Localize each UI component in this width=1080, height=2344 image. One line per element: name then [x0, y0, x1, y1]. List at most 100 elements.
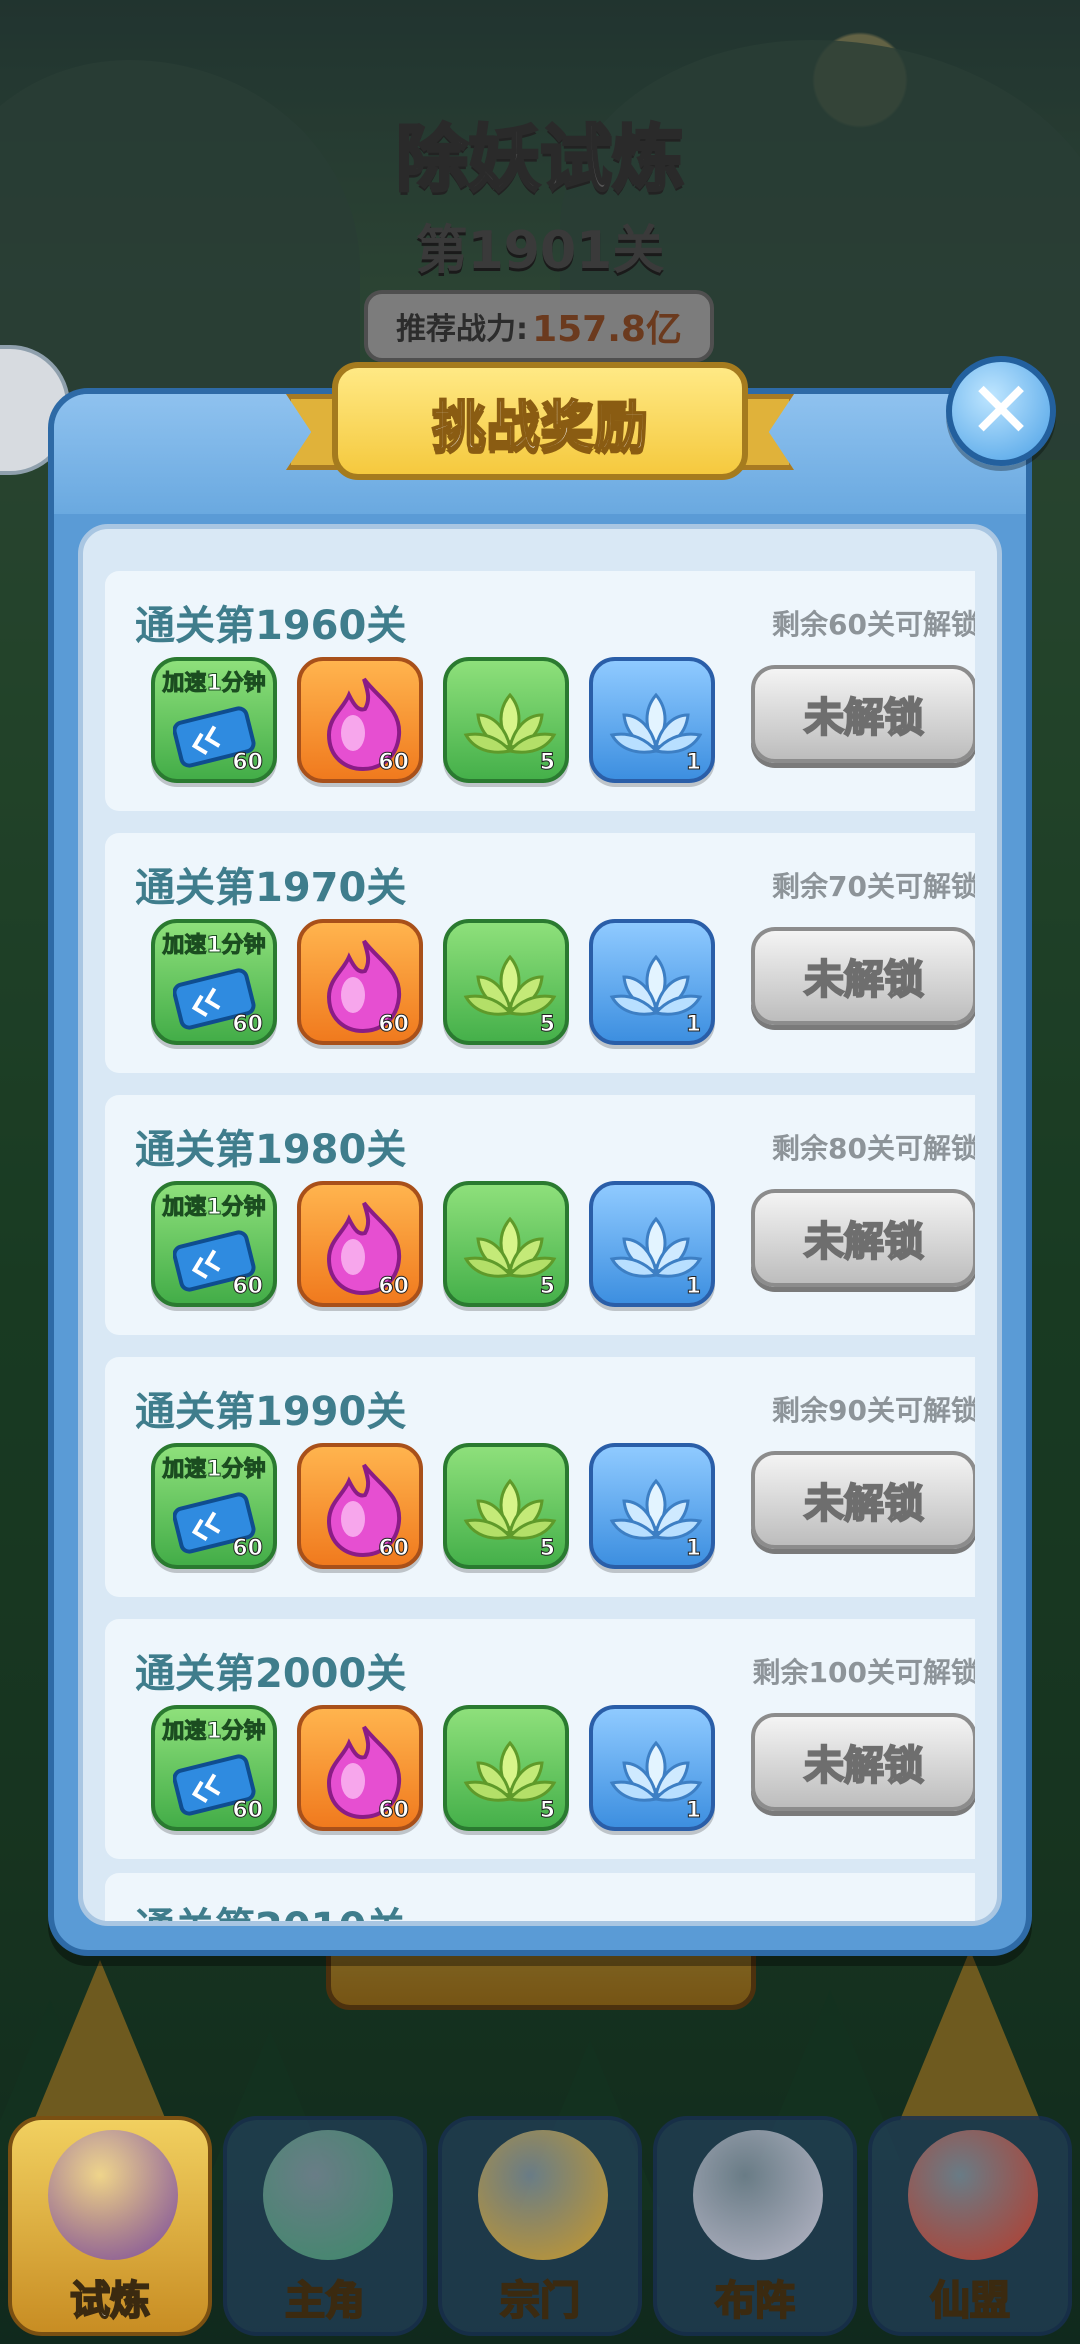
reward-item[interactable]: 1	[589, 919, 715, 1045]
nav-label: 仙盟	[929, 2277, 1011, 2325]
reward-stage-title: 通关第1980关	[135, 1127, 407, 1173]
reward-item[interactable]: 60	[297, 657, 423, 783]
nav-label: 布阵	[714, 2277, 796, 2325]
nav-item-sect[interactable]: 宗门	[438, 2116, 642, 2336]
item-count: 60	[232, 1274, 264, 1300]
item-count: 5	[539, 750, 555, 776]
reward-items: 加速1分钟 60 60 5 1	[151, 1181, 715, 1307]
reward-item[interactable]: 1	[589, 1181, 715, 1307]
reward-stage-title: 通关第1970关	[135, 865, 407, 911]
modal-title-ribbon: 挑战奖励	[286, 362, 794, 487]
reward-item[interactable]: 加速1分钟 60	[151, 657, 277, 783]
reward-card: 通关第1970关 剩余70关可解锁加速1分钟 60 60 5 1 未解锁	[105, 833, 975, 1073]
reward-item[interactable]: 加速1分钟 60	[151, 1443, 277, 1569]
locked-claim-button[interactable]: 未解锁	[751, 665, 975, 763]
item-count: 1	[685, 1536, 701, 1562]
reward-remaining-text: 剩余90关可解锁	[772, 1394, 975, 1427]
reward-card: 通关第2000关 剩余100关可解锁加速1分钟 60 60 5 1 未解锁	[105, 1619, 975, 1859]
item-count: 60	[378, 750, 410, 776]
reward-item[interactable]: 60	[297, 1705, 423, 1831]
reward-item[interactable]: 60	[297, 1443, 423, 1569]
formation-icon	[693, 2130, 823, 2260]
reward-stage-title: 通关第1990关	[135, 1389, 407, 1435]
locked-claim-button[interactable]: 未解锁	[751, 927, 975, 1025]
reward-card: 通关第1990关 剩余90关可解锁加速1分钟 60 60 5 1 未解锁	[105, 1357, 975, 1597]
nav-item-alliance[interactable]: 仙盟	[868, 2116, 1072, 2336]
reward-list[interactable]: 通关第1960关 剩余60关可解锁 加速1分钟 60 60 5 1 未解锁 通关第1970关 剩余…	[105, 571, 975, 1921]
item-count: 60	[378, 1536, 410, 1562]
reward-item[interactable]: 1	[589, 1443, 715, 1569]
reward-item[interactable]: 5	[443, 919, 569, 1045]
nav-label: 试炼	[69, 2277, 151, 2325]
item-count: 60	[378, 1274, 410, 1300]
item-tag: 加速1分钟	[162, 671, 266, 697]
item-count: 5	[539, 1012, 555, 1038]
reward-item[interactable]: 加速1分钟 60	[151, 1705, 277, 1831]
modal-title: 挑战奖励	[332, 362, 748, 480]
nav-item-trial[interactable]: 试炼	[8, 2116, 212, 2336]
item-count: 60	[232, 1012, 264, 1038]
reward-item[interactable]: 1	[589, 1705, 715, 1831]
reward-remaining-text: 剩余70关可解锁	[772, 870, 975, 903]
reward-item[interactable]: 加速1分钟 60	[151, 919, 277, 1045]
reward-remaining-text: 剩余100关可解锁	[752, 1656, 975, 1689]
reward-items: 加速1分钟 60 60 5 1	[151, 657, 715, 783]
sect-icon	[478, 2130, 608, 2260]
reward-item[interactable]: 1	[589, 657, 715, 783]
power-label: 推荐战力:	[396, 312, 529, 347]
recommended-power: 推荐战力: 157.8亿	[364, 290, 714, 362]
item-count: 5	[539, 1274, 555, 1300]
bottom-nav: 试炼 主角 宗门 布阵 仙盟	[0, 2094, 1080, 2344]
page-title: 除妖试炼	[394, 116, 685, 203]
reward-item[interactable]: 5	[443, 1705, 569, 1831]
item-count: 5	[539, 1798, 555, 1824]
reward-item[interactable]: 60	[297, 1181, 423, 1307]
item-count: 1	[685, 1798, 701, 1824]
nav-item-formation[interactable]: 布阵	[653, 2116, 857, 2336]
reward-items: 加速1分钟 60 60 5 1	[151, 919, 715, 1045]
reward-remaining-text: 剩余80关可解锁	[772, 1132, 975, 1165]
item-count: 60	[232, 1798, 264, 1824]
trial-icon	[48, 2130, 178, 2260]
reward-item[interactable]: 60	[297, 919, 423, 1045]
item-count: 1	[685, 750, 701, 776]
close-button[interactable]: ✕	[946, 356, 1056, 466]
item-tag: 加速1分钟	[162, 1457, 266, 1483]
reward-item[interactable]: 加速1分钟 60	[151, 1181, 277, 1307]
reward-remaining-text: 剩余60关可解锁	[772, 608, 975, 641]
item-count: 60	[378, 1012, 410, 1038]
current-stage: 第1901关	[415, 221, 665, 281]
item-count: 5	[539, 1536, 555, 1562]
reward-card-partial: 通关第2010关	[105, 1873, 975, 1921]
item-count: 60	[232, 1536, 264, 1562]
reward-item[interactable]: 5	[443, 657, 569, 783]
item-count: 1	[685, 1274, 701, 1300]
item-count: 1	[685, 1012, 701, 1038]
locked-claim-button[interactable]: 未解锁	[751, 1713, 975, 1811]
nav-label: 主角	[284, 2277, 366, 2325]
power-value: 157.8亿	[532, 309, 682, 350]
alliance-icon	[908, 2130, 1038, 2260]
locked-claim-button[interactable]: 未解锁	[751, 1451, 975, 1549]
hero-icon	[263, 2130, 393, 2260]
reward-card: 通关第1980关 剩余80关可解锁加速1分钟 60 60 5 1 未解锁	[105, 1095, 975, 1335]
item-count: 60	[232, 750, 264, 776]
item-tag: 加速1分钟	[162, 933, 266, 959]
reward-stage-title: 通关第2010关	[135, 1895, 406, 1921]
reward-card: 通关第1960关 剩余60关可解锁加速1分钟 60 60 5 1 未解锁	[105, 571, 975, 811]
item-tag: 加速1分钟	[162, 1195, 266, 1221]
item-tag: 加速1分钟	[162, 1719, 266, 1745]
reward-items: 加速1分钟 60 60 5 1	[151, 1443, 715, 1569]
reward-stage-title: 通关第1960关	[135, 603, 407, 649]
item-count: 60	[378, 1798, 410, 1824]
reward-list-panel: 通关第1960关 剩余60关可解锁 加速1分钟 60 60 5 1 未解锁 通关第1970关 剩余…	[78, 524, 1002, 1926]
reward-items: 加速1分钟 60 60 5 1	[151, 1705, 715, 1831]
challenge-reward-modal: 通关第1960关 剩余60关可解锁 加速1分钟 60 60 5 1 未解锁 通关第1970关 剩余…	[48, 388, 1032, 1956]
reward-item[interactable]: 5	[443, 1443, 569, 1569]
nav-item-hero[interactable]: 主角	[223, 2116, 427, 2336]
reward-stage-title: 通关第2000关	[135, 1651, 407, 1697]
nav-label: 宗门	[499, 2277, 581, 2325]
close-icon: ✕	[968, 366, 1034, 456]
locked-claim-button[interactable]: 未解锁	[751, 1189, 975, 1287]
reward-item[interactable]: 5	[443, 1181, 569, 1307]
